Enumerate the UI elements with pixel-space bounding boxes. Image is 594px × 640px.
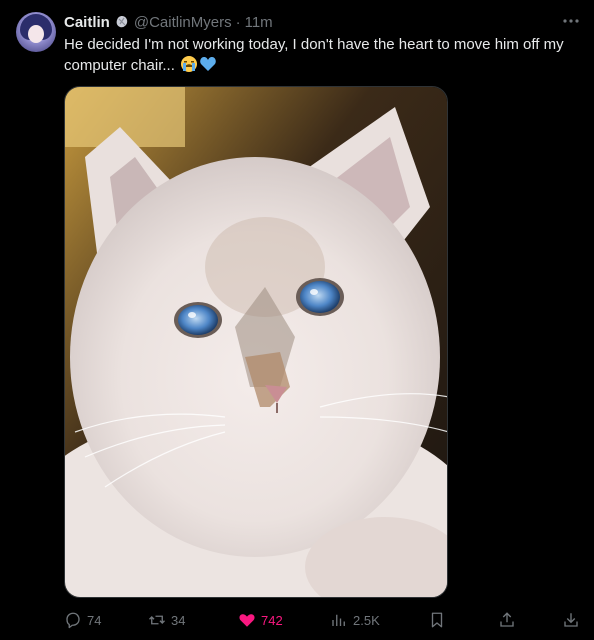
like-count: 742 xyxy=(261,612,283,628)
reply-count: 74 xyxy=(87,612,102,628)
tweet-actions: 74 34 742 2.5K xyxy=(64,608,584,632)
author-name[interactable]: Caitlin xyxy=(64,14,110,31)
tweet-text: He decided I'm not working today, I don'… xyxy=(64,35,584,76)
download-icon xyxy=(564,613,578,627)
repost-button[interactable]: 34 xyxy=(148,608,185,632)
download-button[interactable] xyxy=(562,608,580,632)
more-dots-icon[interactable] xyxy=(562,14,580,28)
like-button[interactable]: 742 xyxy=(238,608,283,632)
bookmark-icon xyxy=(431,612,443,628)
heart-icon xyxy=(239,614,255,627)
views-chart-icon xyxy=(332,614,345,626)
avatar-face xyxy=(28,25,44,43)
repost-count: 34 xyxy=(171,612,186,628)
repost-icon xyxy=(149,615,165,625)
tweet: Caitlin @CaitlinMyers · 11m He decided I… xyxy=(0,0,594,640)
author-handle[interactable]: @CaitlinMyers xyxy=(134,14,232,31)
blue-heart-emoji xyxy=(199,55,217,73)
header-separator: · xyxy=(235,13,241,31)
tweet-text-body: He decided I'm not working today, I don'… xyxy=(64,36,564,74)
avatar[interactable] xyxy=(16,12,56,52)
reply-icon xyxy=(66,612,80,629)
kitten-photo[interactable] xyxy=(64,86,448,598)
tweet-header: Caitlin @CaitlinMyers · 11m xyxy=(64,12,273,32)
bookmark-button[interactable] xyxy=(428,608,446,632)
shell-badge-icon xyxy=(114,14,130,30)
share-button[interactable] xyxy=(498,608,516,632)
share-icon xyxy=(500,612,514,627)
tweet-time[interactable]: 11m xyxy=(245,14,273,31)
crying-face-emoji xyxy=(180,55,198,73)
views-button[interactable]: 2.5K xyxy=(330,608,380,632)
reply-button[interactable]: 74 xyxy=(64,608,101,632)
views-count: 2.5K xyxy=(353,612,380,628)
